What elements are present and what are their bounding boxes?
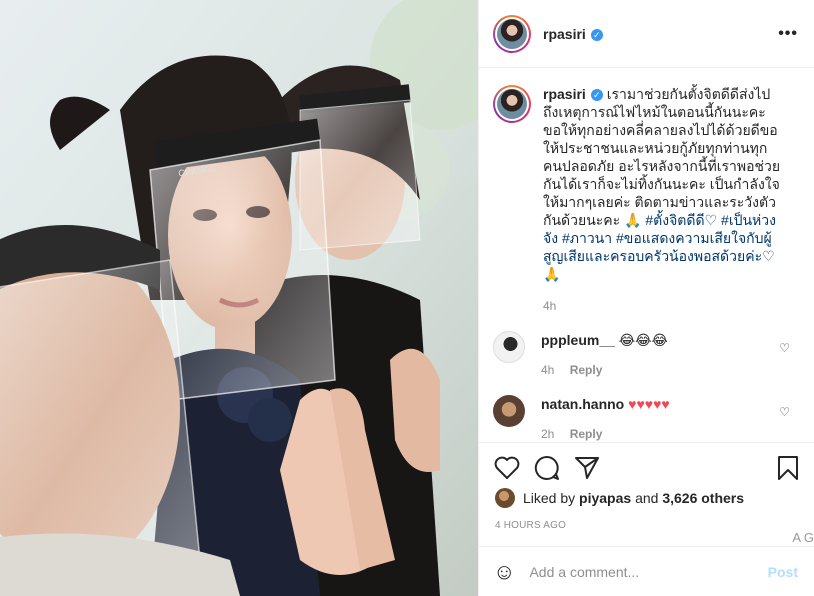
likes-prefix: Liked by: [523, 490, 576, 506]
reply-button[interactable]: Reply: [570, 363, 603, 377]
comment-bubble-icon[interactable]: [533, 454, 561, 482]
verified-badge-icon: ✓: [590, 28, 603, 41]
likes-connector: and: [635, 490, 659, 506]
verified-badge-icon: ✓: [590, 89, 603, 101]
post-timestamp[interactable]: 4 HOURS AGO: [495, 520, 566, 531]
comment-input[interactable]: [529, 563, 768, 580]
more-options-icon[interactable]: •••: [778, 25, 798, 43]
comment-avatar[interactable]: [493, 331, 525, 363]
comment-item: natan.hanno ♥♥♥♥♥ 2h Reply ♡: [493, 395, 798, 442]
hashtag-link[interactable]: #ภาวนา: [562, 230, 612, 246]
liker-avatar[interactable]: [495, 488, 515, 508]
caption-body: rpasiri ✓ เรามาช่วยกันตั้งจิตดีดีส่งไปถึง…: [543, 85, 783, 315]
share-send-icon[interactable]: [573, 454, 601, 482]
post-photo[interactable]: CHANGE: [0, 0, 478, 596]
photo-illustration: CHANGE: [0, 0, 478, 596]
likes-summary: Liked by piyapas and 3,626 others: [495, 488, 798, 508]
comment-text: ♥♥♥♥♥: [628, 396, 670, 412]
liker-username[interactable]: piyapas: [579, 490, 631, 506]
like-comment-icon[interactable]: ♡: [779, 405, 790, 419]
add-comment-bar: ☺ Post: [479, 546, 814, 596]
post-side-panel: rpasiri ✓ ••• rpasiri ✓ เรามาช่วยกันตั้งจิ…: [478, 0, 814, 596]
comment-text: 😂😂😂: [618, 332, 668, 348]
like-heart-icon[interactable]: [493, 454, 521, 482]
post-comment-button[interactable]: Post: [768, 564, 798, 580]
comment-time[interactable]: 4h: [541, 363, 554, 377]
caption-time[interactable]: 4h: [543, 297, 783, 315]
caption-avatar[interactable]: [493, 85, 531, 123]
comment-avatar[interactable]: [493, 395, 525, 427]
author-username[interactable]: rpasiri ✓: [543, 26, 603, 42]
comment-username[interactable]: pppleum__: [541, 332, 615, 348]
post-header: rpasiri ✓ •••: [479, 0, 814, 68]
hashtag-link[interactable]: #ตั้งจิตดีดี♡: [645, 212, 717, 228]
comment-item: pppleum__ 😂😂😂 4h Reply ♡: [493, 331, 798, 379]
caption: rpasiri ✓ เรามาช่วยกันตั้งจิตดีดีส่งไปถึง…: [493, 85, 798, 315]
comment-username[interactable]: natan.hanno: [541, 396, 624, 412]
action-bar: [479, 442, 814, 492]
reply-button[interactable]: Reply: [570, 427, 603, 441]
emoji-icon[interactable]: ☺: [493, 559, 515, 585]
caption-text: เรามาช่วยกันตั้งจิตดีดีส่งไปถึงเหตุการณ์…: [543, 86, 781, 228]
comments-section[interactable]: rpasiri ✓ เรามาช่วยกันตั้งจิตดีดีส่งไปถึง…: [479, 69, 814, 442]
caption-username[interactable]: rpasiri: [543, 86, 586, 102]
comment-time[interactable]: 2h: [541, 427, 554, 441]
like-comment-icon[interactable]: ♡: [779, 341, 790, 355]
likes-others-link[interactable]: 3,626 others: [662, 490, 744, 506]
bookmark-icon[interactable]: [774, 454, 802, 482]
edge-text: A G: [792, 530, 814, 545]
author-avatar[interactable]: [493, 14, 531, 53]
